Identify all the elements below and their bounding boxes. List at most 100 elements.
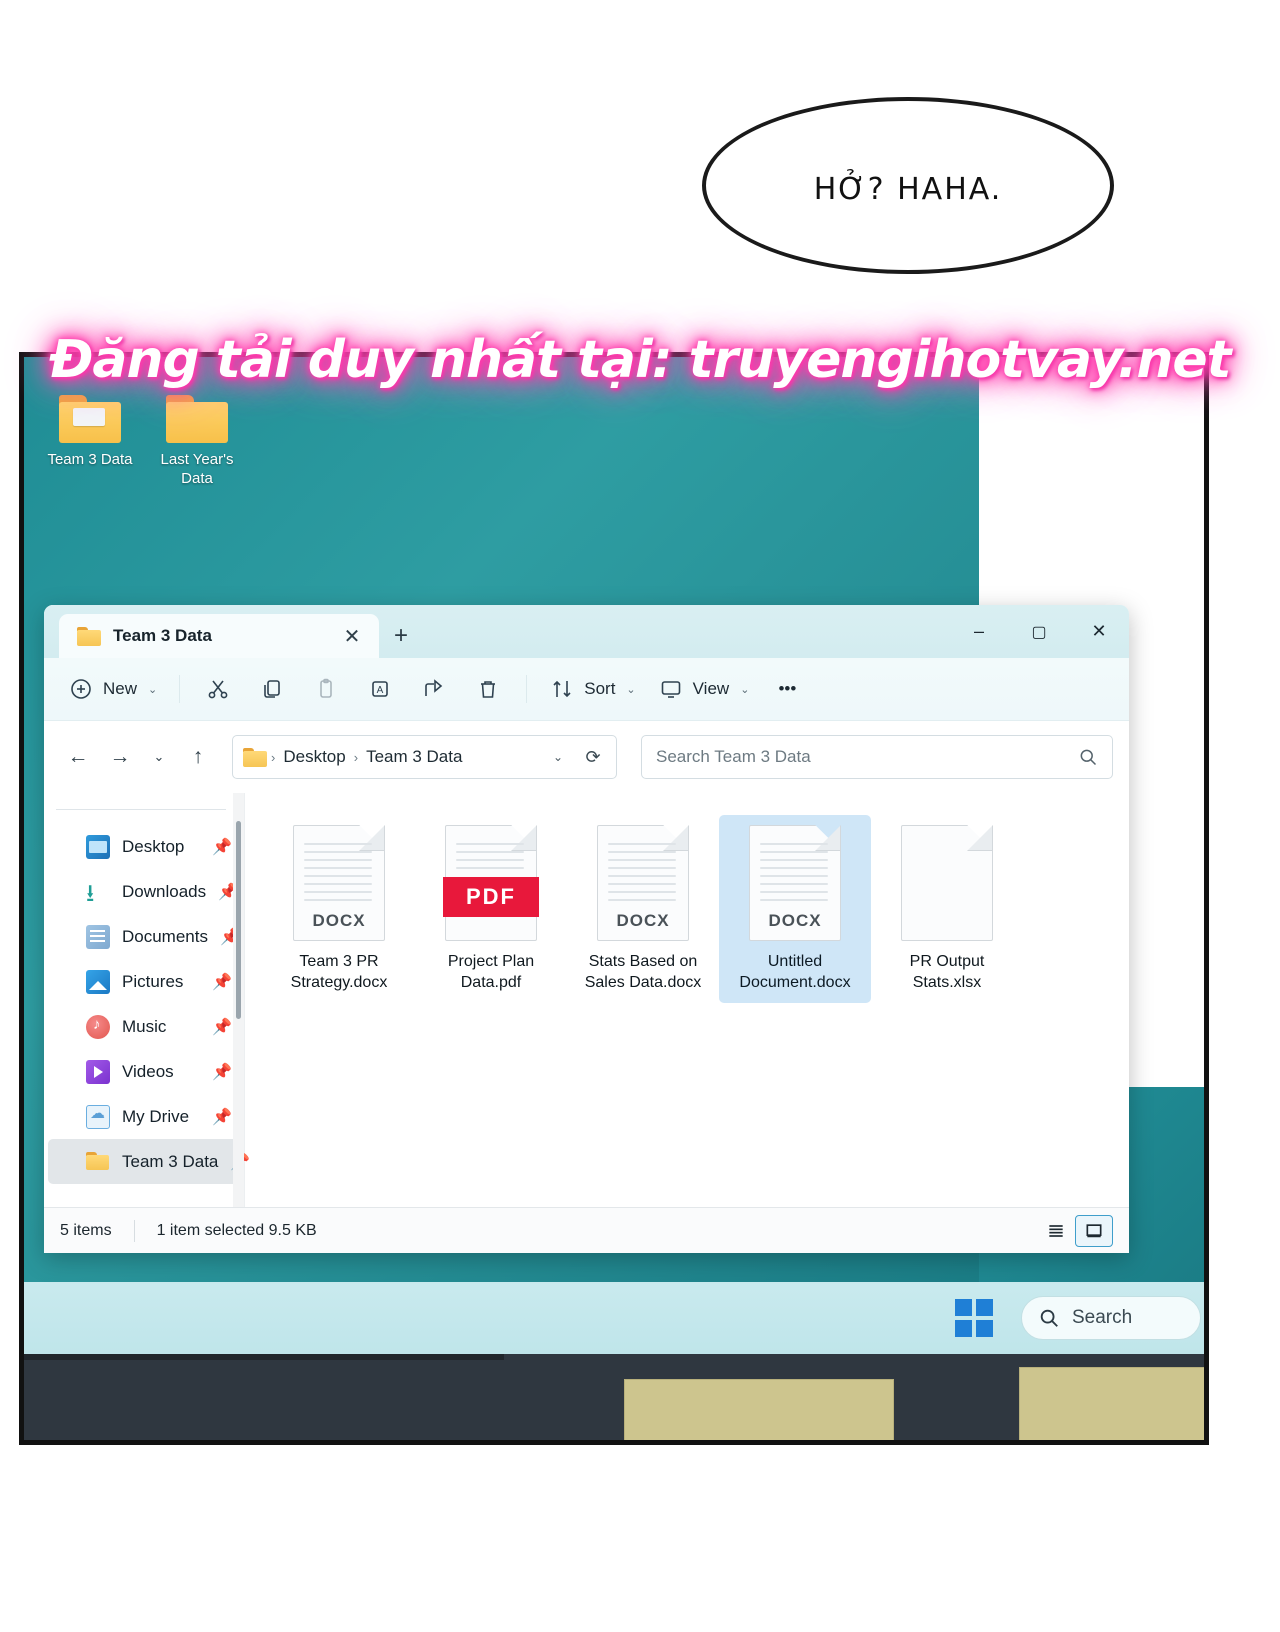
large-icons-view-icon [1086, 1223, 1102, 1237]
search-icon [1040, 1309, 1058, 1327]
sidebar-item-label: Desktop [122, 836, 185, 856]
recent-locations-button[interactable]: ⌄ [144, 739, 174, 775]
file-name: Project Plan Data.pdf [447, 953, 535, 992]
share-button[interactable] [408, 669, 460, 709]
sort-arrows-icon [549, 676, 575, 702]
windows-logo-icon[interactable] [955, 1299, 993, 1337]
view-button[interactable]: View ⌄ [648, 669, 760, 709]
desktop-icon [86, 834, 110, 859]
copy-button[interactable] [246, 669, 298, 709]
rename-icon: A [367, 676, 393, 702]
file-item-untitled-document[interactable]: DOCX Untitled Document.docx [719, 815, 871, 1004]
paste-icon [313, 676, 339, 702]
xlsx-file-icon [901, 825, 993, 941]
folder-icon [166, 395, 228, 443]
taskbar-search-label: Search [1072, 1307, 1133, 1328]
up-button[interactable]: ↑ [180, 739, 216, 775]
refresh-icon[interactable]: ⟳ [576, 747, 610, 768]
close-button[interactable]: ✕ [1069, 605, 1129, 658]
speech-bubble: HỞ? HAHA. [702, 97, 1114, 274]
file-type-label: DOCX [312, 911, 366, 930]
chevron-down-icon[interactable]: ⌄ [626, 683, 635, 696]
speech-bubble-text: HỞ? HAHA. [813, 172, 1003, 207]
large-icons-view-toggle[interactable] [1075, 1214, 1113, 1247]
address-bar: ← → ⌄ ↑ › Desktop › Team 3 Data ⌄ ⟳ [44, 721, 1129, 793]
sidebar-item-downloads[interactable]: Downloads 📌 [48, 869, 238, 917]
sort-button[interactable]: Sort ⌄ [539, 669, 645, 709]
pdf-file-icon: PDF [443, 825, 539, 941]
search-box[interactable] [641, 735, 1113, 779]
file-name: PR Output Stats.xlsx [909, 953, 985, 992]
sidebar-item-videos[interactable]: Videos 📌 [48, 1049, 238, 1094]
sidebar-divider [56, 809, 226, 810]
cut-button[interactable] [192, 669, 244, 709]
maximize-button[interactable]: ▢ [1009, 605, 1069, 658]
sidebar-item-desktop[interactable]: Desktop 📌 [48, 824, 238, 869]
docx-file-icon: DOCX [597, 825, 689, 941]
magnifier-icon [1080, 749, 1097, 766]
chevron-down-icon[interactable]: ⌄ [740, 683, 749, 696]
download-icon [86, 876, 110, 917]
pin-icon[interactable]: 📌 [212, 837, 232, 857]
new-button[interactable]: New ⌄ [58, 669, 167, 709]
pin-icon[interactable]: 📌 [212, 972, 232, 992]
pin-icon[interactable]: 📌 [212, 1062, 232, 1082]
file-name: Stats Based on Sales Data.docx [584, 953, 702, 992]
sidebar-scrollbar-thumb[interactable] [236, 821, 241, 1019]
explorer-tab-team-3-data[interactable]: Team 3 Data ✕ [59, 614, 379, 658]
pin-icon[interactable]: 📌 [212, 1017, 232, 1037]
tab-close-icon[interactable]: ✕ [339, 623, 365, 649]
more-options-button[interactable]: ••• [761, 669, 813, 709]
back-button[interactable]: ← [60, 739, 96, 775]
navigation-pane: Desktop 📌 Downloads 📌 Documents 📌 [44, 793, 250, 1207]
status-divider [133, 1219, 135, 1242]
taskbar-search-box[interactable]: Search [1021, 1296, 1201, 1340]
list-view-icon [1049, 1224, 1063, 1237]
sidebar-item-documents[interactable]: Documents 📌 [48, 914, 240, 959]
new-tab-button[interactable]: + [379, 614, 423, 658]
explorer-body: Desktop 📌 Downloads 📌 Documents 📌 [44, 793, 1129, 1207]
minimize-button[interactable]: – [949, 605, 1009, 658]
breadcrumb-item-team-3-data[interactable]: Team 3 Data [362, 747, 466, 767]
sidebar-item-pictures[interactable]: Pictures 📌 [48, 959, 238, 1004]
list-view-toggle[interactable] [1037, 1215, 1075, 1247]
file-item-pr-output-stats[interactable]: PR Output Stats.xlsx [871, 815, 1023, 1003]
search-input[interactable] [656, 747, 1078, 767]
folder-icon [243, 747, 267, 767]
file-item-team-3-pr-strategy[interactable]: DOCX Team 3 PR Strategy.docx [263, 815, 415, 1003]
file-item-project-plan-data[interactable]: PDF Project Plan Data.pdf [415, 815, 567, 1003]
sort-button-label: Sort [584, 679, 616, 698]
docx-file-icon: DOCX [749, 825, 841, 941]
keyboard-block-left [624, 1379, 894, 1440]
breadcrumb-separator: › [271, 749, 276, 765]
desktop-icon-team-3-data[interactable]: Team 3 Data [42, 395, 138, 470]
folder-icon [86, 1150, 110, 1174]
sidebar-item-my-drive[interactable]: My Drive 📌 [48, 1094, 238, 1139]
window-controls: – ▢ ✕ [949, 605, 1129, 658]
file-item-stats-based-on-sales-data[interactable]: DOCX Stats Based on Sales Data.docx [567, 815, 719, 1003]
file-explorer-window: Team 3 Data ✕ + – ▢ ✕ New ⌄ A Sort ⌄ Vie… [44, 605, 1129, 1253]
delete-button[interactable] [462, 669, 514, 709]
sidebar-item-label: My Drive [122, 1106, 190, 1126]
keyboard-block-right [1019, 1367, 1204, 1440]
svg-text:A: A [377, 685, 384, 696]
forward-button[interactable]: → [102, 739, 138, 775]
share-icon [421, 676, 447, 702]
breadcrumb[interactable]: › Desktop › Team 3 Data ⌄ ⟳ [232, 735, 617, 779]
sidebar-item-team-3-data[interactable]: Team 3 Data 📌 [48, 1139, 250, 1184]
tab-title: Team 3 Data [113, 626, 212, 645]
sidebar-item-music[interactable]: Music 📌 [48, 1004, 238, 1049]
breadcrumb-dropdown-icon[interactable]: ⌄ [544, 750, 572, 764]
breadcrumb-item-desktop[interactable]: Desktop [279, 747, 349, 767]
selection-info: 1 item selected 9.5 KB [156, 1221, 317, 1239]
copy-icon [259, 676, 285, 702]
command-bar: New ⌄ A Sort ⌄ View ⌄ ••• [44, 658, 1129, 721]
documents-icon [86, 924, 110, 949]
cloud-drive-icon [86, 1104, 110, 1129]
pin-icon[interactable]: 📌 [212, 1107, 232, 1127]
desktop-icon-last-years-data[interactable]: Last Year's Data [149, 395, 245, 489]
breadcrumb-separator: › [353, 749, 359, 765]
rename-button[interactable]: A [354, 669, 406, 709]
chevron-down-icon[interactable]: ⌄ [148, 683, 157, 696]
paste-button[interactable] [300, 669, 352, 709]
